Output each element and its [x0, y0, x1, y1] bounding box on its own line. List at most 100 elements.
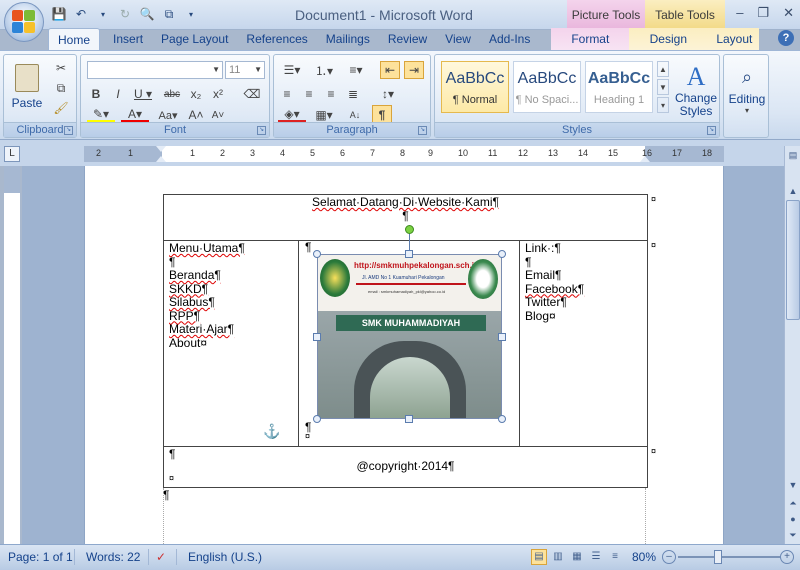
restore-button[interactable]: ❐ [757, 5, 769, 21]
resize-handle-tc[interactable] [405, 250, 413, 258]
change-styles-button[interactable]: A Change Styles [673, 59, 719, 121]
footer-cell[interactable]: ¶ ¤ @copyright·2014¶ [164, 447, 647, 487]
editing-button[interactable]: ⌕ Editing ▾ [726, 59, 768, 123]
document-page[interactable]: Selamat·Datang·Di·Website·Kami¶ ¶ Menu·U… [84, 166, 724, 544]
rotate-handle[interactable] [405, 225, 414, 234]
tab-format[interactable]: Format [551, 28, 630, 50]
web-layout-view-icon[interactable]: ▦ [569, 549, 585, 565]
resize-handle-bc[interactable] [405, 415, 413, 423]
line-spacing-button[interactable]: ↕▾ [374, 85, 402, 103]
vertical-ruler[interactable] [4, 166, 20, 544]
anchor-icon[interactable]: ⚓ [263, 423, 280, 440]
styles-scroll-up-icon[interactable]: ▲ [657, 61, 669, 77]
subscript-button[interactable]: x₂ [187, 85, 205, 103]
scroll-down-icon[interactable]: ▼ [786, 478, 800, 492]
resize-handle-bl[interactable] [313, 415, 321, 423]
zoom-in-icon[interactable]: + [780, 550, 794, 564]
print-preview-icon[interactable]: 🔍 [138, 5, 156, 23]
underline-button[interactable]: U ▾ [131, 85, 155, 103]
tab-view[interactable]: View [436, 28, 480, 50]
tab-insert[interactable]: Insert [104, 28, 152, 50]
links-cell[interactable]: Link·:¶ ¶ Email¶ Facebook¶ Twitter¶ Blog… [525, 241, 645, 323]
decrease-indent-button[interactable]: ⇤ [380, 61, 400, 79]
scroll-thumb[interactable] [786, 200, 800, 320]
resize-handle-tr[interactable] [498, 250, 506, 258]
bold-button[interactable]: B [87, 85, 105, 103]
borders-button[interactable]: ▦▾ [310, 107, 338, 123]
resize-handle-ml[interactable] [313, 333, 321, 341]
font-launcher-icon[interactable]: ↘ [257, 126, 266, 135]
cut-icon[interactable]: ✂ [52, 59, 70, 77]
word-count[interactable]: Words: 22 [86, 550, 140, 564]
font-color-button[interactable]: A▾ [121, 107, 149, 123]
style-normal[interactable]: AaBbCc ¶ Normal [441, 61, 509, 113]
clear-formatting-icon[interactable]: ⌫ [241, 83, 263, 105]
format-painter-icon[interactable]: 🖌 [52, 99, 70, 117]
styles-scroll-down-icon[interactable]: ▼ [657, 79, 669, 95]
full-screen-reading-view-icon[interactable]: ▥ [550, 549, 566, 565]
justify-button[interactable]: ≣ [344, 85, 362, 103]
browse-object-icon[interactable]: ● [786, 512, 800, 526]
align-left-button[interactable]: ≡ [278, 85, 296, 103]
paragraph-launcher-icon[interactable]: ↘ [418, 126, 427, 135]
shading-button[interactable]: ◈▾ [278, 107, 306, 123]
print-layout-view-icon[interactable]: ▤ [531, 549, 547, 565]
grow-font-button[interactable]: A˄ [187, 107, 205, 123]
style-heading-1[interactable]: AaBbCc Heading 1 [585, 61, 653, 113]
page-count[interactable]: Page: 1 of 1 [8, 550, 73, 564]
menu-cell[interactable]: Menu·Utama¶ ¶ Beranda¶ SKKD¶ Silabus¶ RP… [169, 241, 297, 350]
minimize-button[interactable]: – [736, 5, 743, 21]
first-line-indent-marker-icon[interactable] [156, 146, 166, 152]
resize-handle-mr[interactable] [498, 333, 506, 341]
draft-view-icon[interactable]: ≡ [607, 549, 623, 565]
align-right-button[interactable]: ≡ [322, 85, 340, 103]
document-area[interactable]: Selamat·Datang·Di·Website·Kami¶ ¶ Menu·U… [22, 166, 784, 544]
tab-page-layout[interactable]: Page Layout [152, 28, 237, 50]
resize-handle-tl[interactable] [313, 250, 321, 258]
close-button[interactable]: ✕ [783, 5, 794, 21]
horizontal-ruler[interactable]: 2 1 1 2 3 4 5 6 7 8 9 10 11 12 13 14 15 … [84, 146, 724, 162]
right-indent-marker-icon[interactable] [640, 156, 650, 162]
strikethrough-button[interactable]: abc [161, 85, 183, 103]
font-size-combo[interactable]: 11 ▼ [225, 61, 265, 79]
styles-more-icon[interactable]: ▾ [657, 97, 669, 113]
redo-icon[interactable]: ↻ [116, 5, 134, 23]
proofing-icon[interactable]: ✓ [156, 550, 166, 564]
copy-icon[interactable]: ⧉ [52, 79, 70, 97]
clipboard-launcher-icon[interactable]: ↘ [64, 126, 73, 135]
outline-view-icon[interactable]: ☰ [588, 549, 604, 565]
help-icon[interactable]: ? [778, 30, 794, 46]
styles-launcher-icon[interactable]: ↘ [707, 126, 716, 135]
tab-design[interactable]: Design [629, 28, 708, 50]
copy-icon[interactable]: ⧉ [160, 5, 178, 23]
next-page-icon[interactable]: ⏷ [786, 528, 800, 542]
vertical-scrollbar[interactable]: ▤ ▲ ▼ ⏶ ● ⏷ [784, 146, 800, 544]
tab-add-ins[interactable]: Add-Ins [480, 28, 539, 50]
tab-mailings[interactable]: Mailings [317, 28, 379, 50]
tab-references[interactable]: References [237, 28, 316, 50]
zoom-level[interactable]: 80% [632, 550, 656, 564]
customize-qat-icon[interactable]: ▾ [182, 5, 200, 23]
tab-selector-icon[interactable]: L [4, 146, 20, 162]
zoom-slider-thumb[interactable] [714, 550, 722, 564]
tab-layout[interactable]: Layout [707, 28, 760, 50]
resize-handle-br[interactable] [498, 415, 506, 423]
sort-button[interactable]: A↓ [346, 107, 364, 123]
hanging-indent-marker-icon[interactable] [156, 156, 166, 162]
save-icon[interactable]: 💾 [50, 5, 68, 23]
header-cell[interactable]: Selamat·Datang·Di·Website·Kami¶ ¶ [164, 195, 647, 240]
paste-button[interactable]: Paste [10, 59, 44, 115]
undo-icon[interactable]: ↶ [72, 5, 90, 23]
tab-review[interactable]: Review [379, 28, 436, 50]
style-no-spacing[interactable]: AaBbCc ¶ No Spaci... [513, 61, 581, 113]
numbering-button[interactable]: ⒈▾ [310, 61, 338, 79]
zoom-out-icon[interactable]: – [662, 550, 676, 564]
change-case-button[interactable]: Aa▾ [155, 107, 181, 123]
multilevel-list-button[interactable]: ≡▾ [342, 61, 370, 79]
undo-dropdown-icon[interactable]: ▾ [94, 5, 112, 23]
increase-indent-button[interactable]: ⇥ [404, 61, 424, 79]
superscript-button[interactable]: x² [209, 85, 227, 103]
bullets-button[interactable]: ☰▾ [278, 61, 306, 79]
previous-page-icon[interactable]: ⏶ [786, 496, 800, 510]
scroll-up-icon[interactable]: ▲ [786, 184, 800, 198]
